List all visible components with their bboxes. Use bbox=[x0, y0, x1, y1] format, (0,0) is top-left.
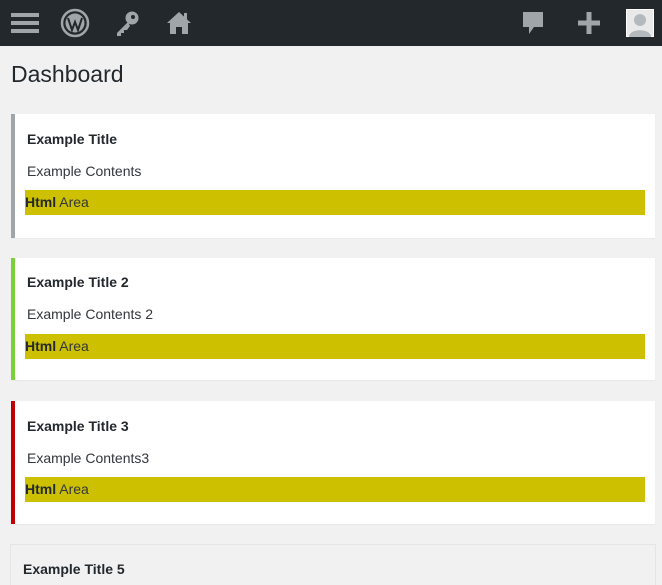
key-icon[interactable] bbox=[110, 0, 144, 46]
html-area-bold: Html bbox=[25, 194, 57, 210]
html-area: Html Area bbox=[25, 334, 645, 359]
html-area-bold: Html bbox=[25, 338, 57, 354]
html-area-bold: Html bbox=[25, 481, 57, 497]
card-accent-bar bbox=[11, 401, 15, 524]
card-accent-bar bbox=[11, 258, 15, 380]
html-area: Html Area bbox=[25, 190, 645, 215]
card-title: Example Title 5 bbox=[23, 561, 125, 577]
card-accent-bar bbox=[11, 114, 15, 238]
dashboard-card: Example Title 3 Example Contents3 Html A… bbox=[11, 401, 655, 524]
html-area-text: Area bbox=[56, 194, 89, 210]
dashboard-card: Example Title Example Contents Html Area bbox=[11, 114, 655, 238]
dashboard-card: Example Title 5 bbox=[11, 545, 655, 585]
card-title: Example Title bbox=[27, 131, 118, 147]
menu-icon[interactable] bbox=[8, 0, 42, 46]
card-title: Example Title 2 bbox=[27, 274, 129, 290]
card-content: Example Contents 2 bbox=[27, 306, 154, 322]
html-area-text: Area bbox=[56, 481, 89, 497]
wordpress-icon[interactable] bbox=[58, 0, 92, 46]
home-icon[interactable] bbox=[162, 0, 196, 46]
avatar[interactable] bbox=[624, 0, 656, 46]
card-title: Example Title 3 bbox=[27, 418, 129, 434]
plus-icon[interactable] bbox=[572, 0, 606, 46]
html-area-text: Area bbox=[56, 338, 89, 354]
page-title: Dashboard bbox=[11, 61, 124, 87]
dashboard-card: Example Title 2 Example Contents 2 Html … bbox=[11, 258, 655, 380]
card-content: Example Contents3 bbox=[27, 450, 150, 466]
comment-icon[interactable] bbox=[516, 0, 550, 46]
html-area: Html Area bbox=[25, 477, 645, 502]
card-content: Example Contents bbox=[27, 163, 142, 179]
admin-bar bbox=[0, 0, 662, 46]
